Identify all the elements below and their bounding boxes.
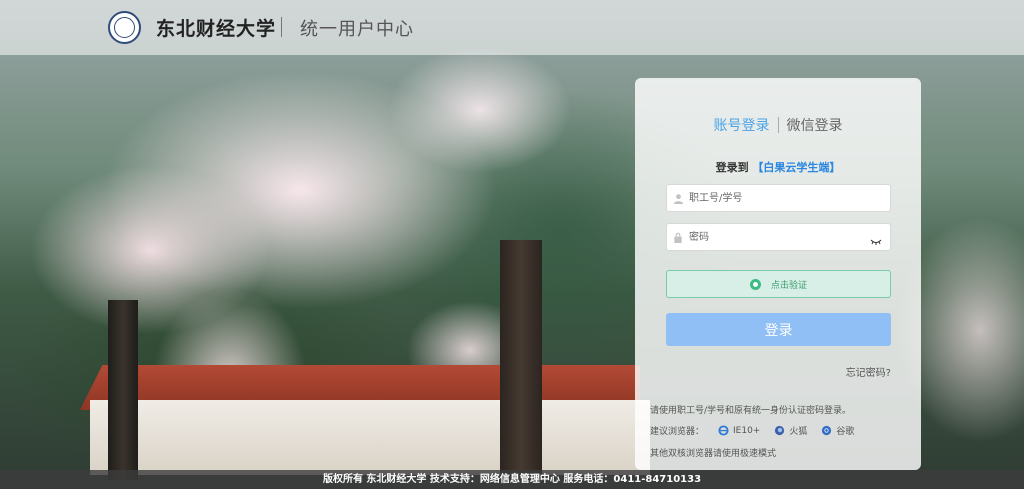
forgot-password-link[interactable]: 忘记密码? — [846, 364, 891, 379]
login-panel: 账号登录 微信登录 登录到 【白果云学生端】 点击验证 登录 忘记密码? 请使用… — [635, 78, 921, 470]
school-name: 东北财经大学 — [156, 18, 277, 40]
university-logo-icon — [108, 11, 141, 44]
password-field[interactable] — [666, 223, 891, 251]
top-header: 东北财经大学 统一用户中心 — [0, 0, 1024, 55]
header-divider — [281, 17, 282, 37]
lock-icon — [667, 232, 689, 243]
browser-firefox-label: 火狐 — [789, 427, 808, 437]
user-icon — [667, 193, 689, 204]
login-button[interactable]: 登录 — [666, 313, 891, 346]
tab-account-login[interactable]: 账号登录 — [706, 115, 778, 135]
verify-label: 点击验证 — [770, 280, 807, 291]
background-tree-trunk-left — [108, 300, 138, 480]
login-target: 登录到 【白果云学生端】 — [635, 159, 921, 175]
username-input[interactable] — [689, 186, 869, 210]
firefox-icon — [775, 425, 785, 436]
login-tip: 请使用职工号/学号和原有统一身份认证密码登录。 — [650, 406, 852, 416]
browser-chrome: 谷歌 — [821, 424, 854, 437]
chrome-icon — [822, 425, 832, 436]
tab-wechat-login[interactable]: 微信登录 — [779, 115, 851, 135]
background-tree-trunk — [500, 240, 542, 480]
username-field[interactable] — [666, 184, 891, 212]
login-target-app: 【白果云学生端】 — [752, 161, 841, 174]
click-verify-button[interactable]: 点击验证 — [666, 270, 891, 298]
copyright-footer: 版权所有 东北财经大学 技术支持：网络信息管理中心 服务电话：0411-8471… — [0, 470, 1024, 489]
ie-icon — [718, 425, 729, 436]
recommended-browsers: 建议浏览器： IE10+ 火狐 谷歌 — [650, 424, 854, 437]
eye-closed-icon[interactable] — [870, 232, 882, 245]
login-target-prefix: 登录到 — [715, 161, 749, 174]
panel-divider — [635, 389, 921, 390]
background-wall — [90, 400, 650, 475]
browser-firefox: 火狐 — [774, 424, 807, 437]
browsers-label: 建议浏览器： — [650, 427, 705, 437]
password-input[interactable] — [689, 225, 869, 249]
user-center-name: 统一用户中心 — [300, 19, 414, 40]
browser-chrome-label: 谷歌 — [836, 427, 855, 437]
login-tabs: 账号登录 微信登录 — [635, 114, 921, 136]
browser-ie-label: IE10+ — [733, 425, 761, 436]
other-browsers-tip: 其他双核浏览器请使用极速模式 — [650, 449, 777, 459]
verify-dot-icon — [749, 278, 761, 290]
browser-ie: IE10+ — [718, 425, 760, 436]
